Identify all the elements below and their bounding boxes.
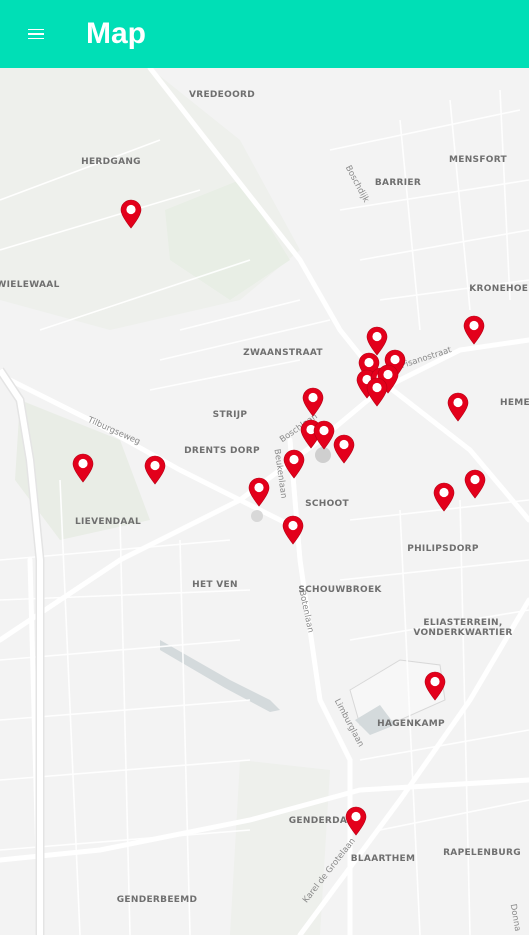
hamburger-menu-icon[interactable] bbox=[24, 22, 48, 46]
map-marker[interactable] bbox=[446, 392, 470, 422]
district-label: PHILIPSDORP bbox=[407, 544, 479, 554]
map-marker[interactable] bbox=[71, 453, 95, 483]
map-pin-icon bbox=[463, 315, 485, 345]
map-pin-icon bbox=[447, 392, 469, 422]
map-pin-icon bbox=[144, 455, 166, 485]
district-label: ELIASTERREIN, bbox=[423, 618, 502, 628]
page-title: Map bbox=[86, 17, 146, 50]
menu-bar-middle bbox=[28, 33, 44, 35]
district-label: BLAARTHEM bbox=[351, 854, 416, 864]
district-label: SCHOUWBROEK bbox=[298, 585, 382, 595]
map-marker[interactable] bbox=[332, 434, 356, 464]
map-marker[interactable] bbox=[423, 671, 447, 701]
map-marker[interactable] bbox=[432, 482, 456, 512]
map-pin-icon bbox=[366, 377, 388, 407]
map-marker[interactable] bbox=[282, 449, 306, 479]
district-label: STRIJP bbox=[213, 410, 248, 420]
map-marker[interactable] bbox=[143, 455, 167, 485]
map-marker[interactable] bbox=[344, 806, 368, 836]
district-label: HET VEN bbox=[192, 580, 238, 590]
map-pin-icon bbox=[433, 482, 455, 512]
district-label: HERDGANG bbox=[81, 157, 141, 167]
district-label: LIEVENDAAL bbox=[75, 517, 141, 527]
map-pin-icon bbox=[282, 515, 304, 545]
district-label: WIELEWAAL bbox=[0, 280, 60, 290]
map-pin-icon bbox=[464, 469, 486, 499]
map-pin-icon bbox=[333, 434, 355, 464]
district-label: GENDERBEEMD bbox=[117, 895, 198, 905]
map-pin-icon bbox=[120, 199, 142, 229]
district-label: VONDERKWARTIER bbox=[413, 628, 512, 638]
district-label: BARRIER bbox=[375, 178, 421, 188]
map-marker[interactable] bbox=[281, 515, 305, 545]
map-marker[interactable] bbox=[119, 199, 143, 229]
district-label: HAGENKAMP bbox=[377, 719, 445, 729]
map-pin-icon bbox=[302, 387, 324, 417]
map-marker[interactable] bbox=[463, 469, 487, 499]
map-pin-icon bbox=[248, 477, 270, 507]
district-label: ZWAANSTRAAT bbox=[243, 348, 323, 358]
district-label: VREDEOORD bbox=[189, 90, 255, 100]
map-marker[interactable] bbox=[462, 315, 486, 345]
map-pin-icon bbox=[345, 806, 367, 836]
map-marker[interactable] bbox=[247, 477, 271, 507]
map-pin-icon bbox=[283, 449, 305, 479]
map-pin-icon bbox=[72, 453, 94, 483]
map-marker[interactable] bbox=[365, 377, 389, 407]
app-header: Map bbox=[0, 0, 529, 68]
menu-bar-bottom bbox=[28, 37, 44, 40]
map-pin-icon bbox=[424, 671, 446, 701]
menu-bar-top bbox=[28, 28, 44, 31]
map-view[interactable]: Boschdijk Tilburgseweg Beukenlaan Boschlaan… bbox=[0, 68, 529, 935]
district-label: RAPELENBURG bbox=[443, 848, 521, 858]
district-label: KRONEHOEF bbox=[469, 284, 529, 294]
district-label: HEME bbox=[500, 398, 529, 408]
district-label: DRENTS DORP bbox=[184, 446, 260, 456]
district-label: SCHOOT bbox=[305, 499, 349, 509]
map-marker[interactable] bbox=[301, 387, 325, 417]
district-label: MENSFORT bbox=[449, 155, 508, 165]
